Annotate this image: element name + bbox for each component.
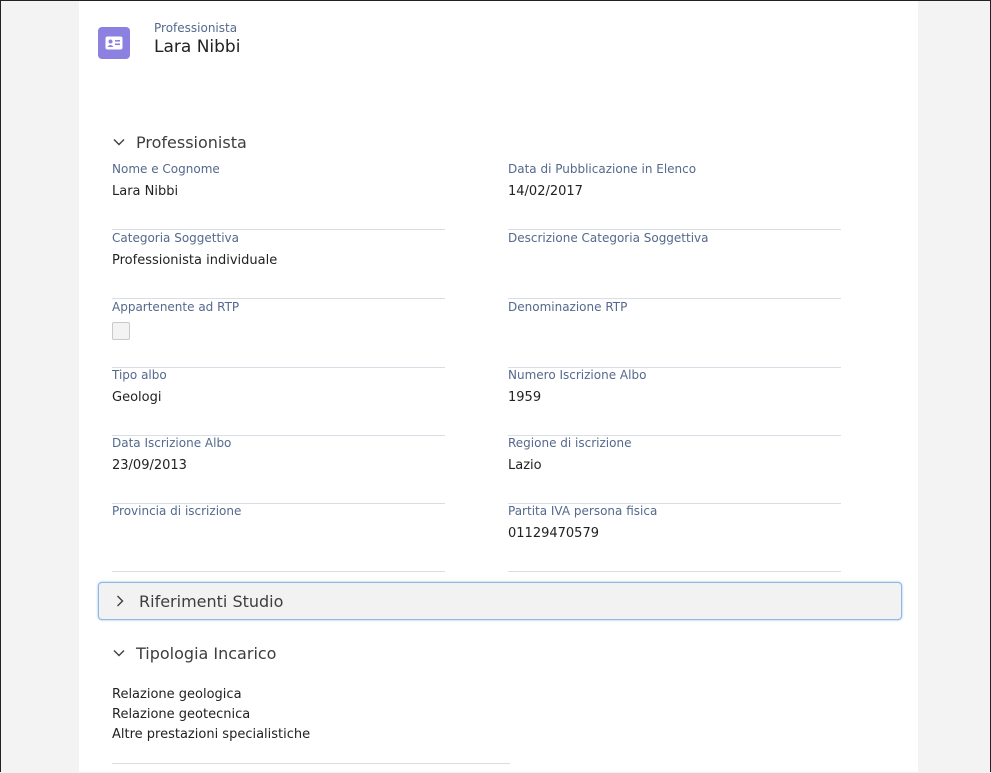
field-label: Nome e Cognome bbox=[112, 162, 220, 176]
field-nome-cognome: Nome e Cognome Lara Nibbi bbox=[112, 162, 445, 230]
field-data-iscrizione-albo: Data Iscrizione Albo 23/09/2013 bbox=[112, 436, 445, 504]
field-label: Categoria Soggettiva bbox=[112, 231, 239, 245]
field-value: 23/09/2013 bbox=[112, 458, 187, 473]
field-divider bbox=[508, 298, 841, 299]
field-divider bbox=[508, 571, 841, 572]
rtp-checkbox bbox=[112, 322, 130, 340]
field-partita-iva: Partita IVA persona fisica 01129470579 bbox=[508, 504, 841, 572]
record-card: Professionista Lara Nibbi Professionista… bbox=[79, 1, 918, 772]
list-item: Relazione geologica bbox=[112, 687, 242, 702]
field-provincia-iscrizione: Provincia di iscrizione bbox=[112, 504, 445, 572]
field-value: 14/02/2017 bbox=[508, 184, 583, 199]
window-frame: Professionista Lara Nibbi Professionista… bbox=[0, 0, 991, 772]
record-type-label: Professionista bbox=[154, 21, 238, 35]
field-label: Denominazione RTP bbox=[508, 300, 628, 314]
field-divider bbox=[112, 571, 445, 572]
chevron-down-icon bbox=[113, 139, 125, 146]
record-title: Lara Nibbi bbox=[154, 37, 241, 57]
field-label: Regione di iscrizione bbox=[508, 436, 632, 450]
field-appartenente-rtp: Appartenente ad RTP bbox=[112, 300, 445, 368]
field-label: Appartenente ad RTP bbox=[112, 300, 240, 314]
section-title-professionista: Professionista bbox=[136, 132, 247, 152]
field-data-pubblicazione: Data di Pubblicazione in Elenco 14/02/20… bbox=[508, 162, 841, 230]
contact-card-icon bbox=[98, 27, 130, 59]
section-title-tipologia-incarico: Tipologia Incarico bbox=[136, 643, 277, 663]
field-categoria-soggettiva: Categoria Soggettiva Professionista indi… bbox=[112, 231, 445, 299]
field-divider bbox=[508, 229, 841, 230]
section-toggle-tipologia-incarico[interactable]: Tipologia Incarico bbox=[112, 640, 276, 666]
field-divider bbox=[112, 229, 445, 230]
chevron-down-icon bbox=[113, 650, 125, 657]
field-label: Numero Iscrizione Albo bbox=[508, 368, 647, 382]
list-item: Relazione geotecnica bbox=[112, 707, 251, 722]
field-descrizione-categoria: Descrizione Categoria Soggettiva bbox=[508, 231, 841, 299]
field-regione-iscrizione: Regione di iscrizione Lazio bbox=[508, 436, 841, 504]
section-toggle-professionista[interactable]: Professionista bbox=[112, 129, 247, 155]
section-toggle-riferimenti-studio[interactable]: Riferimenti Studio bbox=[98, 582, 902, 620]
field-value: 1959 bbox=[508, 390, 542, 405]
section-title-riferimenti-studio: Riferimenti Studio bbox=[139, 591, 284, 611]
field-value: Lara Nibbi bbox=[112, 184, 179, 199]
field-value: Geologi bbox=[112, 390, 162, 405]
field-divider bbox=[112, 298, 445, 299]
field-label: Provincia di iscrizione bbox=[112, 504, 242, 518]
field-label: Descrizione Categoria Soggettiva bbox=[508, 231, 709, 245]
field-divider bbox=[112, 763, 510, 764]
field-label: Data Iscrizione Albo bbox=[112, 436, 232, 450]
field-label: Tipo albo bbox=[112, 368, 167, 382]
chevron-right-icon bbox=[117, 595, 124, 607]
field-value: 01129470579 bbox=[508, 526, 599, 541]
field-label: Partita IVA persona fisica bbox=[508, 504, 658, 518]
field-value: Professionista individuale bbox=[112, 253, 278, 268]
field-tipo-albo: Tipo albo Geologi bbox=[112, 368, 445, 436]
record-header: Professionista Lara Nibbi bbox=[154, 21, 240, 58]
field-numero-albo: Numero Iscrizione Albo 1959 bbox=[508, 368, 841, 436]
field-value: Lazio bbox=[508, 458, 542, 473]
tipologia-incarico-list: Relazione geologica Relazione geotecnica… bbox=[112, 685, 510, 745]
field-label: Data di Pubblicazione in Elenco bbox=[508, 162, 697, 176]
field-denominazione-rtp: Denominazione RTP bbox=[508, 300, 841, 368]
list-item: Altre prestazioni specialistiche bbox=[112, 727, 311, 742]
